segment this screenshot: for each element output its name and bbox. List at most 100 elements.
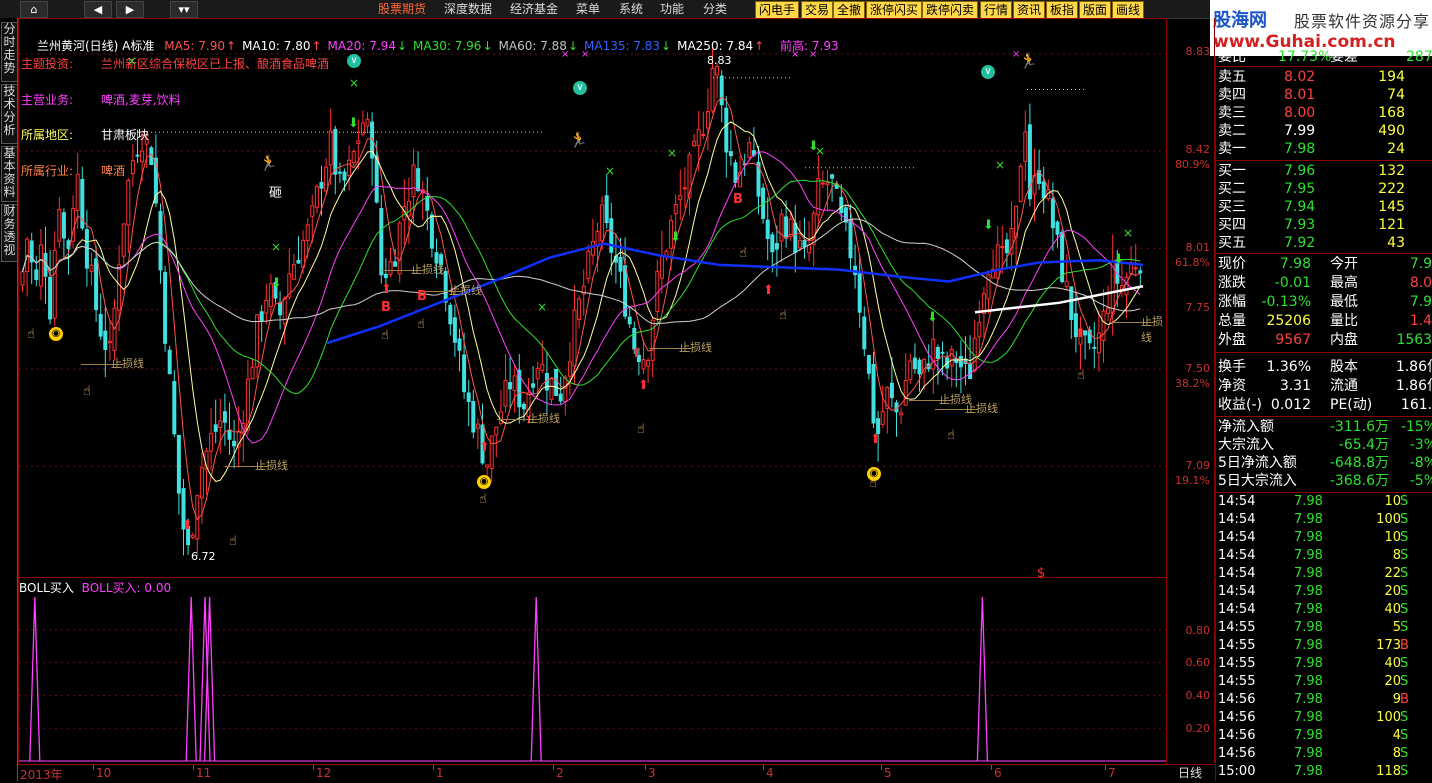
candle-up (305, 224, 310, 242)
stat-label: 现价 (1218, 256, 1246, 272)
flow-label: 净流入额 (1218, 419, 1274, 435)
menu-item-1[interactable]: 深度数据 (444, 1, 492, 17)
cross-marker-icon: × (995, 158, 1006, 172)
ma-label-0: MA5: 7.90 (164, 39, 225, 53)
stat-value: 25206 (1266, 313, 1311, 329)
ma-label-4: MA60: 7.88 (498, 39, 567, 53)
tool-button-4[interactable]: 跌停闪卖 (922, 1, 979, 19)
tick-price: 7.98 (1294, 512, 1323, 527)
hand-pointer-icon: ☝ (479, 492, 487, 507)
candle-up (687, 154, 692, 198)
tool-button-3[interactable]: 涨停闪买 (866, 1, 923, 19)
candle-down (839, 196, 844, 214)
tick-row: 14:56 7.98 9 B (1216, 691, 1432, 709)
ask-price: 8.01 (1284, 87, 1316, 103)
candle-down (337, 171, 342, 174)
candle-down (866, 355, 871, 374)
flow-pct: -5% (1409, 473, 1432, 489)
stat-value: 15639 (1396, 332, 1432, 348)
tick-row: 14:56 7.98 100 S (1216, 709, 1432, 727)
ma-arrow-5: ↓ (661, 39, 672, 53)
tool-button-7[interactable]: 板指 (1046, 1, 1079, 19)
tool-button-8[interactable]: 版面 (1079, 1, 1112, 19)
candle-down (604, 195, 609, 224)
kline-chart[interactable]: 兰州黄河(日线) A标准 MA5: 7.90↑ MA10: 7.80↑ MA20: … (18, 18, 1167, 580)
tick-side: S (1400, 620, 1409, 635)
up-arrow-icon: ⬆ (763, 283, 774, 298)
ask-row: 卖五 8.02 194 (1216, 68, 1432, 86)
candle-down (259, 311, 264, 322)
boll-value: BOLL买入: 0.00 (81, 581, 172, 595)
tick-volume: 20 (1384, 584, 1401, 599)
candle-down (508, 382, 513, 390)
chart-title: 兰州黄河(日线) A标准 (37, 39, 155, 53)
left-tab-strip: 分时走势技术分析基本资料财务透视 (0, 18, 18, 781)
candle-down (222, 411, 227, 423)
home-button[interactable]: ⌂ (20, 1, 48, 18)
candle-down (296, 259, 301, 264)
candle-down (521, 403, 526, 410)
stat-row: 外盘 9567 内盘 15639 (1216, 331, 1432, 349)
candle-down (889, 382, 894, 399)
tick-row: 14:56 7.98 8 S (1216, 745, 1432, 763)
menu-item-6[interactable]: 分类 (703, 1, 727, 17)
left-tab-0[interactable]: 分时走势 (1, 22, 18, 82)
stat-label: 最高 (1330, 275, 1358, 291)
candle-up (1000, 245, 1005, 248)
tick-time: 14:54 (1218, 584, 1256, 599)
back-button[interactable]: ◀ (84, 1, 112, 18)
tool-button-5[interactable]: 行情 (980, 1, 1013, 19)
candle-down (531, 383, 536, 388)
stat-row: 现价 7.98 今开 7.95 (1216, 255, 1432, 273)
date-tick-mark (991, 765, 992, 770)
tick-side: S (1400, 602, 1409, 617)
pct-tick-4: 38.2% (1175, 377, 1210, 390)
date-tick-2: 11 (196, 766, 212, 780)
candle-down (618, 256, 623, 272)
menu-item-5[interactable]: 功能 (660, 1, 684, 17)
candle-up (1101, 310, 1106, 342)
ask-price: 8.00 (1284, 105, 1316, 121)
runner-icon: 🏃 (259, 154, 278, 172)
candle-down (232, 440, 237, 447)
tool-button-2[interactable]: 全撤 (833, 1, 866, 19)
stat-label: PE(动) (1330, 397, 1373, 413)
collapse-button[interactable]: ▾▾ (170, 1, 198, 18)
menu-item-3[interactable]: 菜单 (576, 1, 600, 17)
candle-up (199, 467, 204, 499)
boll-canvas (19, 596, 1166, 762)
tick-row: 14:54 7.98 10 S (1216, 529, 1432, 547)
bid-price: 7.93 (1284, 217, 1316, 233)
left-tab-2[interactable]: 基本资料 (1, 146, 18, 202)
date-tick-mark (553, 765, 554, 770)
menu-item-4[interactable]: 系统 (619, 1, 643, 17)
menu-item-2[interactable]: 经济基金 (510, 1, 558, 17)
pct-tick-1: 80.9% (1175, 158, 1210, 171)
candle-up (600, 204, 605, 242)
tick-time: 14:56 (1218, 728, 1256, 743)
tool-button-0[interactable]: 闪电手 (755, 1, 800, 19)
stat-value: -0.13% (1261, 294, 1311, 310)
stat-label: 净资 (1218, 378, 1246, 394)
down-arrow-icon: ⬇ (348, 116, 359, 131)
forward-button[interactable]: ▶ (116, 1, 144, 18)
hand-pointer-icon: ☝ (27, 327, 35, 342)
tool-button-1[interactable]: 交易 (801, 1, 834, 19)
tool-button-6[interactable]: 资讯 (1013, 1, 1046, 19)
stat2-row: 换手 1.36% 股本 1.86亿 (1216, 358, 1432, 376)
candle-down (443, 270, 448, 303)
boll-title: BOLL买入 (19, 581, 74, 595)
left-tab-1[interactable]: 技术分析 (1, 84, 18, 144)
period-button[interactable]: 日线 (1166, 764, 1214, 782)
stat-label: 总量 (1218, 313, 1246, 329)
candle-down (724, 107, 729, 153)
tool-button-9[interactable]: 画线 (1112, 1, 1145, 19)
stat-value: 8.04 (1409, 275, 1432, 291)
hand-pointer-icon: ☝ (637, 422, 645, 437)
left-tab-3[interactable]: 财务透视 (1, 204, 18, 262)
date-tick-10: 7 (1108, 766, 1116, 780)
boll-indicator-chart[interactable]: BOLL买入 BOLL买入: 0.00 (18, 577, 1167, 765)
stat-label: 涨幅 (1218, 294, 1246, 310)
menu-item-0[interactable]: 股票期货 (378, 1, 426, 17)
tick-side: S (1400, 764, 1409, 779)
